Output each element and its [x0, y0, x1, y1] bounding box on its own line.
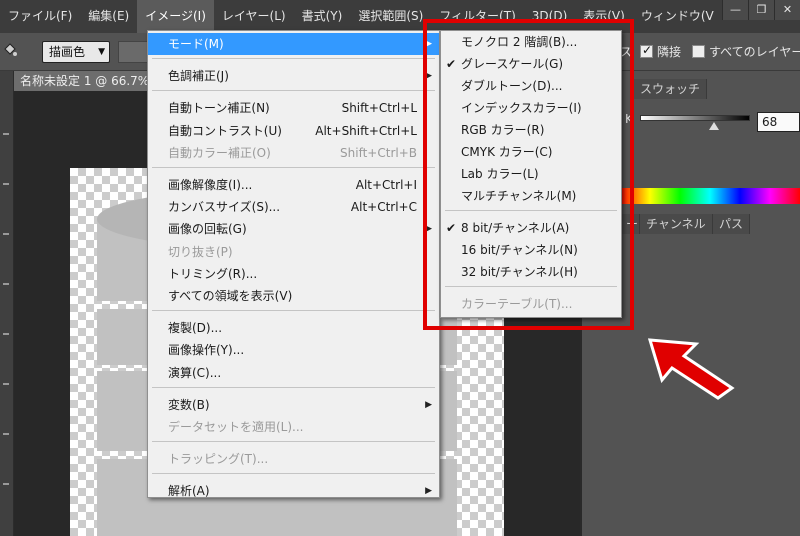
image-menu-item-label: すべての領域を表示(V): [168, 289, 293, 303]
image-menu-item-label: 切り抜き(P): [168, 244, 233, 259]
image-menu-item-shortcut: Alt+Shift+Ctrl+L: [315, 123, 417, 138]
k-slider[interactable]: [640, 115, 750, 121]
tab-swatches[interactable]: スウォッチ: [634, 79, 708, 99]
image-menu-item-label: トラッピング(T)...: [168, 452, 269, 467]
tool-marker[interactable]: [3, 483, 9, 485]
color-spectrum[interactable]: [620, 188, 800, 204]
pattern-picker[interactable]: [118, 41, 148, 63]
image-menu-item-label: 複製(D)...: [168, 321, 223, 336]
image-menu-item-label: 自動カラー補正(O): [168, 145, 271, 160]
fill-source-value: 描画色: [49, 45, 86, 59]
image-menu-item[interactable]: カンバスサイズ(S)... Alt+Ctrl+C: [148, 196, 439, 218]
menu-separator: [152, 167, 435, 168]
tool-marker[interactable]: [3, 133, 9, 135]
menu-separator: [152, 441, 435, 443]
restore-button[interactable]: ❐: [748, 0, 774, 20]
image-menu-item[interactable]: 画像解像度(I)... Alt+Ctrl+I: [148, 174, 439, 196]
image-menu-item[interactable]: 画像操作(Y)...: [148, 339, 439, 361]
image-menu-item[interactable]: 解析(A) ▶: [148, 480, 439, 502]
image-menu-item-label: 自動コントラスト(U): [168, 123, 282, 138]
image-menu-item[interactable]: 自動トーン補正(N) Shift+Ctrl+L: [148, 97, 439, 119]
tool-marker[interactable]: [3, 383, 9, 385]
k-slider-thumb[interactable]: [709, 122, 719, 130]
fill-source-select[interactable]: 描画色 ▼: [42, 41, 110, 63]
image-menu-item[interactable]: 変数(B) ▶: [148, 394, 439, 416]
tools-panel: [0, 71, 14, 536]
highlight-box: [423, 19, 634, 330]
menu-separator: [152, 90, 435, 92]
menu-separator: [152, 310, 435, 312]
image-menu-item-shortcut: Shift+Ctrl+B: [340, 145, 417, 160]
image-menu-item-label: トリミング(R)...: [168, 266, 258, 281]
image-menu-item-label: 自動トーン補正(N): [168, 101, 270, 116]
red-arrow-icon: [647, 338, 735, 400]
image-menu-item: 切り抜き(P): [148, 241, 439, 263]
image-menu-item-label: モード(M): [168, 37, 224, 51]
submenu-arrow-icon: ▶: [425, 486, 432, 497]
submenu-arrow-icon: ▶: [425, 399, 432, 410]
image-menu-item-label: カンバスサイズ(S)...: [168, 200, 281, 215]
tool-marker[interactable]: [3, 433, 9, 435]
all-layers-label: すべてのレイヤー: [709, 45, 800, 59]
image-menu-item[interactable]: 複製(D)...: [148, 317, 439, 339]
image-menu-item[interactable]: トリミング(R)...: [148, 263, 439, 285]
image-menu-item: データセットを適用(L)...: [148, 416, 439, 438]
image-menu-item-label: 解析(A): [168, 484, 210, 499]
menu-window[interactable]: ウィンドウ(V: [633, 0, 722, 33]
image-menu-item-label: 演算(C)...: [168, 365, 222, 380]
image-menu-item-shortcut: Alt+Ctrl+C: [350, 200, 417, 215]
menu-bar: ファイル(F) 編集(E) イメージ(I) レイヤー(L) 書式(Y) 選択範囲…: [0, 0, 800, 33]
menu-layer[interactable]: レイヤー(L): [214, 0, 294, 33]
contiguous-label: 隣接: [657, 45, 682, 59]
menu-separator: [152, 473, 435, 475]
image-menu-item-shortcut: Alt+Ctrl+I: [355, 178, 417, 192]
image-menu-item[interactable]: 画像の回転(G) ▶: [148, 218, 439, 240]
menu-file[interactable]: ファイル(F): [0, 0, 80, 33]
image-menu-item-label: 画像の回転(G): [168, 222, 247, 237]
image-menu-item[interactable]: 色調補正(J) ▶: [148, 65, 439, 87]
tab-paths[interactable]: パス: [713, 214, 751, 234]
all-layers-checkbox[interactable]: [692, 45, 705, 58]
image-menu-item-label: 変数(B): [168, 397, 210, 412]
image-menu-item[interactable]: モード(M) ▶: [148, 33, 439, 55]
image-menu-item: トラッピング(T)...: [148, 448, 439, 470]
image-menu-item-label: データセットを適用(L)...: [168, 420, 304, 434]
menu-type[interactable]: 書式(Y): [294, 0, 351, 33]
tool-marker[interactable]: [3, 283, 9, 285]
all-layers-option[interactable]: すべてのレイヤー: [692, 43, 800, 60]
image-menu-item-label: 画像操作(Y)...: [168, 343, 245, 358]
menu-separator: [152, 386, 435, 388]
image-menu: モード(M) ▶ 色調補正(J) ▶ 自動トーン補正(N) Shift+Ctrl+L 自動コ…: [147, 30, 440, 498]
menu-image[interactable]: イメージ(I): [137, 0, 214, 33]
chevron-down-icon: ▼: [98, 47, 105, 57]
window-controls: — ❐ ✕: [722, 0, 800, 20]
paint-bucket-icon[interactable]: [2, 41, 18, 59]
document-tab[interactable]: 名称未設定 1 @ 66.7%: [14, 71, 164, 91]
image-menu-item-label: 色調補正(J): [168, 69, 229, 84]
tab-channels[interactable]: チャンネル: [640, 214, 713, 234]
minimize-button[interactable]: —: [722, 0, 748, 20]
menu-separator: [152, 58, 435, 60]
tool-marker[interactable]: [3, 333, 9, 335]
image-menu-item[interactable]: 自動コントラスト(U) Alt+Shift+Ctrl+L: [148, 120, 439, 142]
close-button[interactable]: ✕: [774, 0, 800, 20]
image-menu-item[interactable]: すべての領域を表示(V): [148, 285, 439, 307]
menu-select[interactable]: 選択範囲(S): [350, 0, 431, 33]
image-menu-item-shortcut: Shift+Ctrl+L: [341, 101, 417, 116]
image-menu-item[interactable]: 演算(C)...: [148, 362, 439, 384]
tool-marker[interactable]: [3, 183, 9, 185]
image-menu-item: 自動カラー補正(O) Shift+Ctrl+B: [148, 142, 439, 164]
k-value-input[interactable]: 68: [757, 112, 800, 132]
contiguous-option[interactable]: 隣接: [640, 43, 681, 60]
contiguous-checkbox[interactable]: [640, 43, 653, 58]
menu-edit[interactable]: 編集(E): [80, 0, 137, 33]
tool-marker[interactable]: [3, 233, 9, 235]
image-menu-item-label: 画像解像度(I)...: [168, 178, 253, 192]
